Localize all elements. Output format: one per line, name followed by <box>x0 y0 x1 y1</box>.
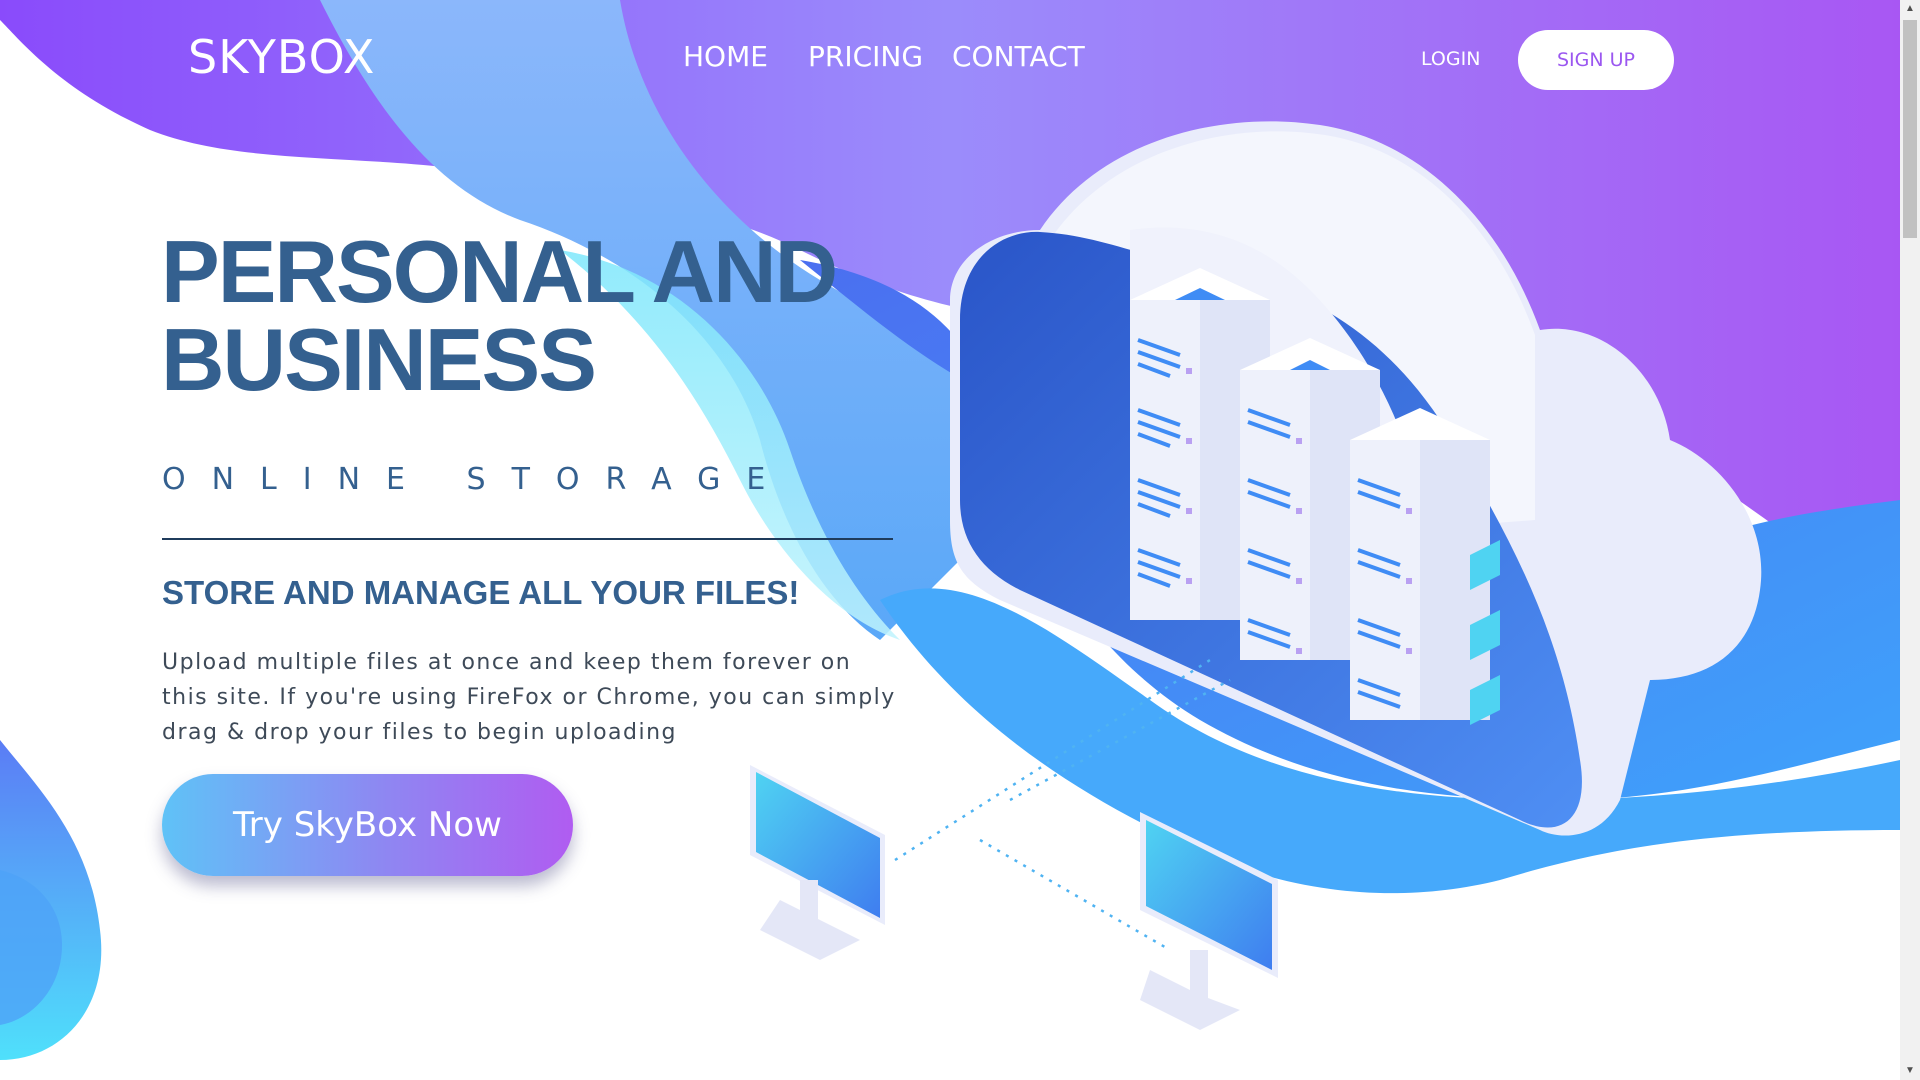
hero-title: PERSONAL AND BUSINESS <box>161 228 861 404</box>
scrollbar-thumb[interactable] <box>1903 20 1917 238</box>
login-link[interactable]: LOGIN <box>1421 48 1480 70</box>
vertical-scrollbar[interactable]: ▲ ▼ <box>1900 0 1920 1080</box>
try-skybox-button[interactable]: Try SkyBox Now <box>162 774 573 876</box>
top-navigation: SKYBOX HOME PRICING CONTACT LOGIN SIGN U… <box>0 0 1900 120</box>
hero-tagline: STORE AND MANAGE ALL YOUR FILES! <box>162 574 800 611</box>
hero-description: Upload multiple files at once and keep t… <box>162 650 896 745</box>
logo[interactable]: SKYBOX <box>188 30 375 84</box>
monitor-icon <box>750 765 885 960</box>
scroll-down-arrow-icon[interactable]: ▼ <box>1900 1062 1920 1080</box>
background-illustration <box>0 0 1900 1060</box>
scroll-up-arrow-icon[interactable]: ▲ <box>1900 0 1920 18</box>
divider <box>162 538 893 540</box>
hero-title-line-1: PERSONAL AND <box>161 222 838 321</box>
hero-title-line-2: BUSINESS <box>161 310 597 409</box>
signup-button[interactable]: SIGN UP <box>1518 30 1674 90</box>
nav-home-link[interactable]: HOME <box>683 40 768 73</box>
nav-pricing-link[interactable]: PRICING <box>808 40 923 73</box>
hero-subtitle: ONLINE STORAGE <box>162 462 792 497</box>
nav-contact-link[interactable]: CONTACT <box>952 40 1085 73</box>
